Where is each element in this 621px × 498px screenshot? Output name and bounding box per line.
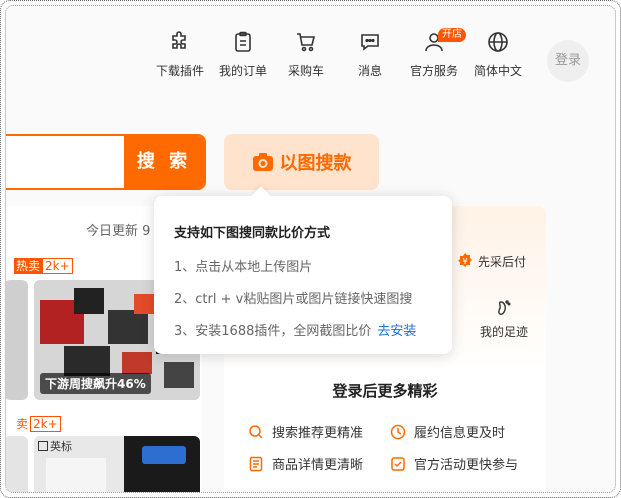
tooltip-line: 1、点击从本地上传图片 <box>174 260 313 275</box>
camera-icon <box>252 153 273 171</box>
tooltip-line: 2、ctrl + v粘贴图片或图片链接快速图搜 <box>174 292 413 307</box>
login-button[interactable]: 登录 <box>547 40 589 82</box>
nav-cart[interactable]: 采购车 <box>274 30 338 79</box>
open-store-badge: 开店 <box>438 28 466 42</box>
hot-sale-tag: 卖 2k+ <box>14 416 61 432</box>
clock-icon <box>390 424 406 439</box>
benefit-item: 履约信息更及时 <box>390 422 505 441</box>
nav-messages[interactable]: 消息 <box>338 30 402 79</box>
product-image-partial[interactable] <box>6 436 28 492</box>
my-footprint-entry[interactable]: 我的足迹 <box>478 298 530 340</box>
puzzle-icon <box>148 30 212 56</box>
hot-count: 2k+ <box>42 258 73 274</box>
footprint-icon <box>498 300 511 315</box>
order-clipboard-icon <box>211 30 275 56</box>
product-card[interactable]: 英标 <box>34 436 200 492</box>
nav-my-orders[interactable]: 我的订单 <box>211 30 275 79</box>
svg-text:¥: ¥ <box>462 257 467 266</box>
checklist-icon <box>391 456 405 471</box>
search-input-box[interactable]: 搜 索 <box>6 134 206 190</box>
image-search-label: 以图搜款 <box>279 153 352 174</box>
benefit-label: 履约信息更及时 <box>414 426 506 441</box>
pay-later-entry[interactable]: ¥ 先采后付 <box>456 252 526 270</box>
hot-sale-tag: 热卖 2k+ <box>14 258 73 274</box>
benefit-item: 官方活动更快参与 <box>390 454 518 473</box>
nav-official-service[interactable]: 开店 官方服务 <box>402 28 466 79</box>
checkbox-icon <box>38 441 48 451</box>
browser-frame: 下载插件 我的订单 采购车 消息 开店 官方服务 简体中文 登录 搜 索 以图搜… <box>0 0 621 498</box>
install-link[interactable]: 去安装 <box>377 324 416 339</box>
footprint-label: 我的足迹 <box>479 325 528 339</box>
benefit-item: 搜索推荐更精准 <box>248 422 363 441</box>
benefit-label: 官方活动更快参与 <box>414 458 519 473</box>
search-icon <box>249 424 263 439</box>
message-icon <box>338 30 402 56</box>
hot-label: 热卖 <box>14 258 43 274</box>
nav-label: 采购车 <box>287 64 324 78</box>
image-search-button[interactable]: 以图搜款 <box>224 134 379 190</box>
benefit-item: 商品详情更清晰 <box>248 454 363 473</box>
search-button[interactable]: 搜 索 <box>124 136 204 188</box>
product-tag-label: 英标 <box>50 440 72 453</box>
product-image-partial[interactable] <box>6 280 28 400</box>
login-more-heading: 登录后更多精彩 <box>332 382 438 400</box>
nav-label: 消息 <box>357 64 382 78</box>
product-caption: 下游周搜飙升46% <box>40 373 151 394</box>
page-viewport: 下载插件 我的订单 采购车 消息 开店 官方服务 简体中文 登录 搜 索 以图搜… <box>5 5 616 493</box>
benefit-label: 商品详情更清晰 <box>272 458 364 473</box>
pay-later-icon: ¥ <box>458 253 472 267</box>
nav-language[interactable]: 简体中文 <box>466 30 530 79</box>
product-tag: 英标 <box>38 438 72 454</box>
benefit-label: 搜索推荐更精准 <box>272 426 364 441</box>
image-search-tooltip: 支持如下图搜同款比价方式 1、点击从本地上传图片 2、ctrl + v粘贴图片或… <box>154 196 452 354</box>
nav-label: 下载插件 <box>155 64 204 78</box>
tooltip-title: 支持如下图搜同款比价方式 <box>174 226 331 241</box>
document-icon <box>249 456 263 471</box>
hot-label: 卖 <box>14 416 31 432</box>
nav-download-plugin[interactable]: 下载插件 <box>148 30 212 79</box>
tooltip-line-text: 3、安装1688插件，全网截图比价 <box>174 324 372 339</box>
cart-icon <box>274 30 338 56</box>
nav-label: 官方服务 <box>409 64 458 78</box>
globe-icon <box>466 30 530 56</box>
hot-count: 2k+ <box>30 416 61 432</box>
pay-later-label: 先采后付 <box>478 254 527 269</box>
top-navigation: 下载插件 我的订单 采购车 消息 开店 官方服务 简体中文 登录 <box>6 28 615 90</box>
nav-label: 我的订单 <box>218 64 267 78</box>
nav-label: 简体中文 <box>473 64 522 78</box>
today-update-text: 今日更新 9 <box>86 224 151 239</box>
tooltip-line-install: 3、安装1688插件，全网截图比价 去安装 <box>174 320 416 339</box>
